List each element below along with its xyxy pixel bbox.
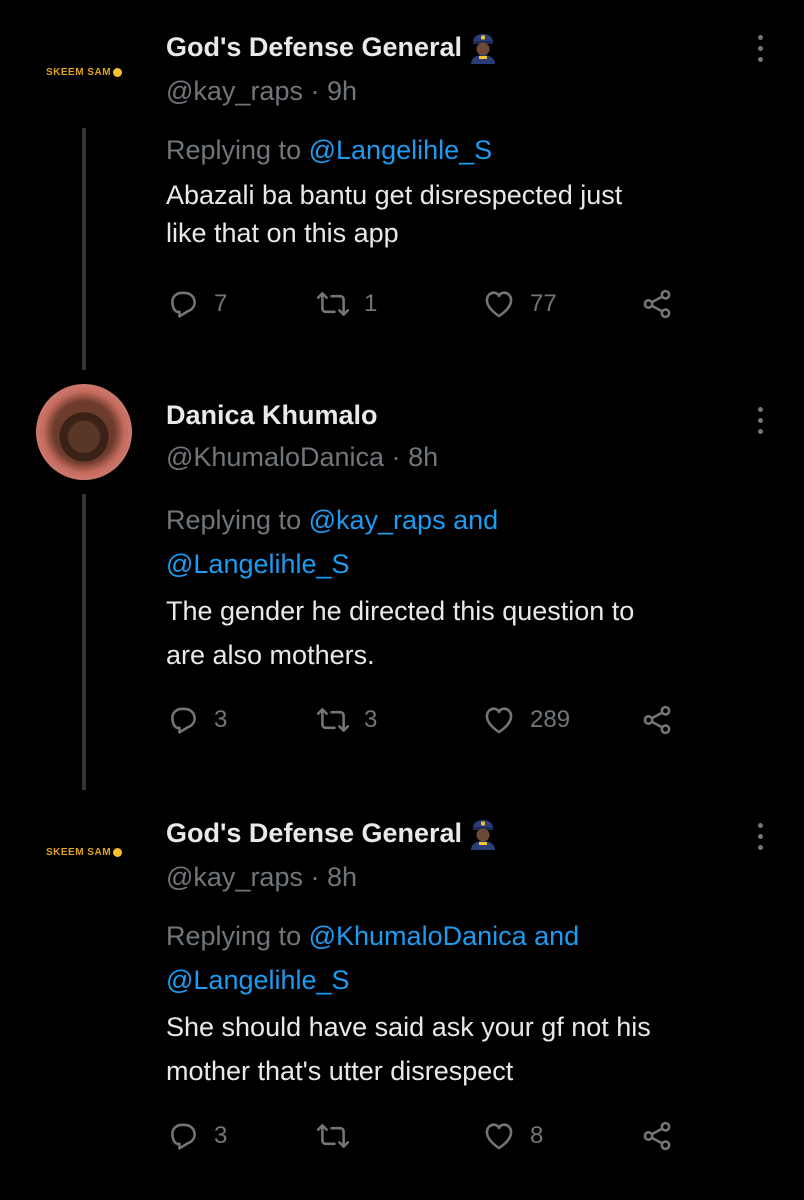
reply-button[interactable]: 3 bbox=[166, 1116, 227, 1156]
reply-icon bbox=[166, 287, 200, 321]
tweet-text-line: like that on this app bbox=[166, 218, 399, 248]
handle[interactable]: @kay_raps bbox=[166, 76, 303, 106]
retweet-count: 3 bbox=[364, 706, 378, 733]
more-icon[interactable] bbox=[748, 400, 772, 440]
retweet-icon bbox=[316, 287, 350, 321]
like-button[interactable]: 77 bbox=[482, 284, 557, 324]
more-icon[interactable] bbox=[748, 28, 772, 68]
like-count: 8 bbox=[530, 1122, 544, 1149]
mention-link[interactable]: @kay_raps and bbox=[309, 505, 499, 535]
replying-prefix: Replying to bbox=[166, 505, 302, 535]
avatar-logo-text: SKEEM SAM bbox=[45, 66, 112, 78]
separator: · bbox=[391, 442, 401, 472]
reply-count: 3 bbox=[214, 1122, 228, 1149]
action-bar: 7 1 77 bbox=[166, 284, 706, 324]
reply-count: 3 bbox=[214, 706, 228, 733]
display-name[interactable]: God's Defense General bbox=[166, 818, 462, 849]
separator: · bbox=[310, 76, 320, 106]
police-officer-emoji bbox=[466, 30, 500, 64]
tweet[interactable]: SKEEM SAM God's Defense General @kay_rap… bbox=[0, 0, 804, 370]
tweet[interactable]: SKEEM SAM God's Defense General @kay_rap… bbox=[0, 790, 804, 1200]
separator: · bbox=[310, 862, 320, 892]
avatar[interactable]: SKEEM SAM bbox=[36, 804, 132, 900]
handle-time: @KhumaloDanica · 8h bbox=[166, 442, 438, 473]
tweet-text: Abazali ba bantu get disrespected just l… bbox=[166, 176, 766, 252]
reply-icon bbox=[166, 703, 200, 737]
timestamp[interactable]: 8h bbox=[408, 442, 438, 472]
avatar-logo-text: SKEEM SAM bbox=[45, 846, 112, 858]
tweet-text-line: mother that's utter disrespect bbox=[166, 1056, 514, 1086]
handle-time: @kay_raps · 8h bbox=[166, 862, 357, 893]
replying-to: Replying to @Langelihle_S bbox=[166, 132, 766, 168]
share-icon bbox=[640, 287, 674, 321]
replying-prefix: Replying to bbox=[166, 135, 302, 165]
thread-line bbox=[82, 494, 86, 790]
author-row: Danica Khumalo bbox=[166, 400, 378, 431]
action-bar: 3 3 289 bbox=[166, 700, 706, 740]
like-icon bbox=[482, 287, 516, 321]
like-icon bbox=[482, 1119, 516, 1153]
action-bar: 3 8 bbox=[166, 1116, 706, 1156]
reply-icon bbox=[166, 1119, 200, 1153]
reply-button[interactable]: 7 bbox=[166, 284, 227, 324]
thread-line bbox=[82, 128, 86, 370]
tweet-text: The gender he directed this question to … bbox=[166, 592, 766, 674]
replying-to: Replying to @KhumaloDanica and @Langelih… bbox=[166, 918, 766, 998]
smiley-icon bbox=[113, 67, 123, 77]
share-icon bbox=[640, 703, 674, 737]
avatar[interactable] bbox=[36, 384, 132, 480]
tweet-text-line: The gender he directed this question to bbox=[166, 596, 635, 626]
author-row: God's Defense General bbox=[166, 816, 500, 850]
tweet-text-line: Abazali ba bantu get disrespected just bbox=[166, 180, 623, 210]
mention-link[interactable]: @Langelihle_S bbox=[166, 962, 766, 998]
author-row: God's Defense General bbox=[166, 30, 500, 64]
police-officer-emoji bbox=[466, 816, 500, 850]
share-button[interactable] bbox=[640, 1116, 674, 1156]
more-icon[interactable] bbox=[748, 816, 772, 856]
timestamp[interactable]: 8h bbox=[327, 862, 357, 892]
smiley-icon bbox=[113, 847, 123, 857]
mention-link[interactable]: @Langelihle_S bbox=[166, 546, 766, 582]
share-button[interactable] bbox=[640, 284, 674, 324]
handle[interactable]: @kay_raps bbox=[166, 862, 303, 892]
reply-button[interactable]: 3 bbox=[166, 700, 227, 740]
mention-link[interactable]: @Langelihle_S bbox=[309, 135, 493, 165]
like-icon bbox=[482, 703, 516, 737]
tweet-text-line: She should have said ask your gf not his bbox=[166, 1012, 651, 1042]
retweet-icon bbox=[316, 1119, 350, 1153]
like-count: 289 bbox=[530, 706, 571, 733]
reply-count: 7 bbox=[214, 290, 228, 317]
replying-prefix: Replying to bbox=[166, 921, 302, 951]
like-button[interactable]: 289 bbox=[482, 700, 570, 740]
like-button[interactable]: 8 bbox=[482, 1116, 543, 1156]
display-name[interactable]: Danica Khumalo bbox=[166, 400, 378, 431]
like-count: 77 bbox=[530, 290, 557, 317]
share-button[interactable] bbox=[640, 700, 674, 740]
retweet-button[interactable] bbox=[316, 1116, 364, 1156]
handle[interactable]: @KhumaloDanica bbox=[166, 442, 384, 472]
retweet-button[interactable]: 3 bbox=[316, 700, 377, 740]
share-icon bbox=[640, 1119, 674, 1153]
mention-link[interactable]: @KhumaloDanica and bbox=[309, 921, 580, 951]
retweet-count: 1 bbox=[364, 290, 378, 317]
display-name[interactable]: God's Defense General bbox=[166, 32, 462, 63]
timestamp[interactable]: 9h bbox=[327, 76, 357, 106]
avatar[interactable]: SKEEM SAM bbox=[36, 24, 132, 120]
tweet-text: She should have said ask your gf not his… bbox=[166, 1008, 766, 1090]
tweet-text-line: are also mothers. bbox=[166, 640, 375, 670]
retweet-button[interactable]: 1 bbox=[316, 284, 377, 324]
handle-time: @kay_raps · 9h bbox=[166, 76, 357, 107]
replying-to: Replying to @kay_raps and @Langelihle_S bbox=[166, 502, 766, 582]
retweet-icon bbox=[316, 703, 350, 737]
tweet[interactable]: Danica Khumalo @KhumaloDanica · 8h Reply… bbox=[0, 370, 804, 790]
